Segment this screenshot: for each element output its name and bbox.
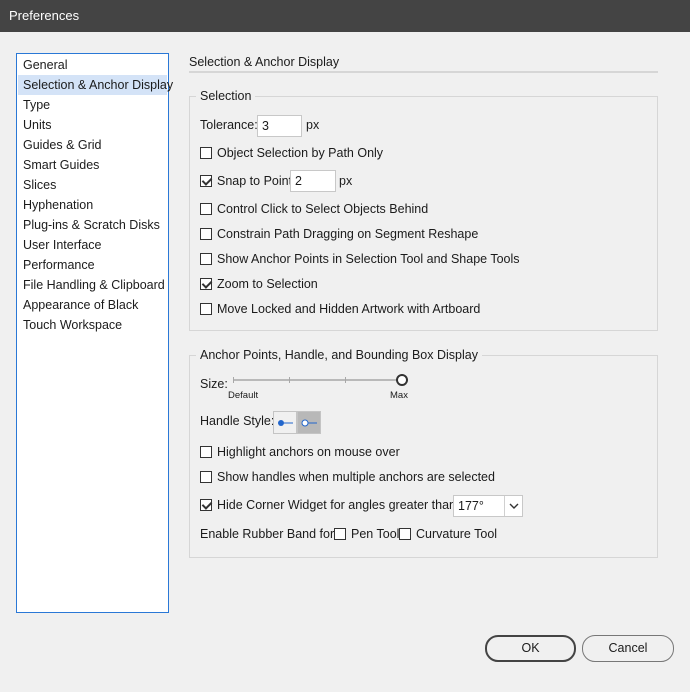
section-title: Selection & Anchor Display	[189, 55, 340, 69]
size-slider-tick	[233, 377, 234, 383]
chevron-down-icon[interactable]	[504, 496, 522, 516]
curvature-tool-row[interactable]: Curvature Tool	[399, 526, 497, 542]
hide-corner-widget-row[interactable]: Hide Corner Widget for angles greater th…	[200, 497, 460, 513]
constrain-path-row[interactable]: Constrain Path Dragging on Segment Resha…	[200, 226, 478, 242]
sidebar-item-appearance-of-black[interactable]: Appearance of Black	[18, 295, 167, 315]
constrain-path-label: Constrain Path Dragging on Segment Resha…	[217, 227, 479, 241]
solid-handle-icon	[278, 419, 293, 426]
object-selection-by-path-row[interactable]: Object Selection by Path Only	[200, 145, 383, 161]
window-title-bar: Preferences	[0, 0, 690, 32]
curvature-tool-label: Curvature Tool	[416, 527, 498, 541]
move-locked-label: Move Locked and Hidden Artwork with Artb…	[217, 302, 481, 316]
anchor-display-group-legend: Anchor Points, Handle, and Bounding Box …	[196, 348, 482, 362]
pen-tool-row[interactable]: Pen Tool	[334, 526, 399, 542]
pen-tool-label: Pen Tool	[351, 527, 400, 541]
sidebar-item-general[interactable]: General	[18, 55, 167, 75]
preferences-category-list[interactable]: General Selection & Anchor Display Type …	[16, 53, 173, 613]
size-slider-track[interactable]	[233, 379, 400, 381]
constrain-path-checkbox[interactable]	[200, 228, 212, 240]
tolerance-label: Tolerance:	[200, 118, 258, 132]
size-slider-tick	[345, 377, 346, 383]
handle-style-hollow-button[interactable]	[297, 411, 321, 434]
move-locked-checkbox[interactable]	[200, 303, 212, 315]
sidebar-item-performance[interactable]: Performance	[18, 255, 167, 275]
snap-to-point-label: Snap to Point	[217, 174, 293, 188]
size-label: Size:	[200, 377, 228, 391]
sidebar-item-user-interface[interactable]: User Interface	[18, 235, 167, 255]
size-slider-tick	[289, 377, 290, 383]
control-click-checkbox[interactable]	[200, 203, 212, 215]
handle-style-label: Handle Style:	[200, 414, 275, 428]
sidebar-item-touch-workspace[interactable]: Touch Workspace	[18, 315, 167, 335]
control-click-label: Control Click to Select Objects Behind	[217, 202, 429, 216]
show-handles-multiple-row[interactable]: Show handles when multiple anchors are s…	[200, 469, 495, 485]
rubber-band-label: Enable Rubber Band for:	[200, 527, 338, 541]
control-click-row[interactable]: Control Click to Select Objects Behind	[200, 201, 428, 217]
handle-style-solid-button[interactable]	[273, 411, 297, 434]
move-locked-row[interactable]: Move Locked and Hidden Artwork with Artb…	[200, 301, 480, 317]
tolerance-input[interactable]: 3	[257, 115, 302, 137]
snap-to-point-input[interactable]: 2	[290, 170, 336, 192]
zoom-to-selection-label: Zoom to Selection	[217, 277, 318, 291]
snap-to-point-unit: px	[339, 174, 353, 188]
window-title: Preferences	[9, 8, 80, 23]
sidebar-item-hyphenation[interactable]: Hyphenation	[18, 195, 167, 215]
hide-corner-widget-label: Hide Corner Widget for angles greater th…	[217, 498, 460, 512]
show-anchor-points-label: Show Anchor Points in Selection Tool and…	[217, 252, 520, 266]
sidebar-item-smart-guides[interactable]: Smart Guides	[18, 155, 167, 175]
size-slider-thumb[interactable]	[396, 374, 408, 386]
tolerance-unit: px	[306, 118, 320, 132]
selection-group-legend: Selection	[196, 89, 256, 103]
zoom-to-selection-row[interactable]: Zoom to Selection	[200, 276, 318, 292]
sidebar-item-selection-anchor-display[interactable]: Selection & Anchor Display	[18, 75, 173, 95]
show-anchor-points-row[interactable]: Show Anchor Points in Selection Tool and…	[200, 251, 520, 267]
hide-corner-widget-checkbox[interactable]	[200, 499, 212, 511]
highlight-anchors-checkbox[interactable]	[200, 446, 212, 458]
hollow-handle-icon	[301, 419, 317, 426]
curvature-tool-checkbox[interactable]	[399, 528, 411, 540]
snap-to-point-checkbox[interactable]	[200, 175, 212, 187]
corner-angle-value: 177°	[458, 499, 484, 513]
show-handles-multiple-label: Show handles when multiple anchors are s…	[217, 470, 495, 484]
sidebar-item-units[interactable]: Units	[18, 115, 167, 135]
show-anchor-points-checkbox[interactable]	[200, 253, 212, 265]
sidebar-item-slices[interactable]: Slices	[18, 175, 167, 195]
section-divider	[189, 71, 658, 73]
snap-to-point-row[interactable]: Snap to Point	[200, 173, 292, 189]
sidebar-item-file-handling-clipboard[interactable]: File Handling & Clipboard	[18, 275, 167, 295]
sidebar-item-type[interactable]: Type	[18, 95, 167, 115]
object-selection-by-path-checkbox[interactable]	[200, 147, 212, 159]
ok-button[interactable]: OK	[485, 635, 576, 662]
sidebar-item-guides-grid[interactable]: Guides & Grid	[18, 135, 167, 155]
sidebar-item-plugins-scratch-disks[interactable]: Plug-ins & Scratch Disks	[18, 215, 167, 235]
highlight-anchors-label: Highlight anchors on mouse over	[217, 445, 400, 459]
size-max-label: Max	[390, 390, 408, 401]
cancel-button[interactable]: Cancel	[582, 635, 674, 662]
object-selection-by-path-label: Object Selection by Path Only	[217, 146, 384, 160]
corner-angle-dropdown[interactable]: 177°	[453, 495, 523, 517]
highlight-anchors-row[interactable]: Highlight anchors on mouse over	[200, 444, 400, 460]
show-handles-multiple-checkbox[interactable]	[200, 471, 212, 483]
size-default-label: Default	[228, 390, 259, 401]
zoom-to-selection-checkbox[interactable]	[200, 278, 212, 290]
pen-tool-checkbox[interactable]	[334, 528, 346, 540]
